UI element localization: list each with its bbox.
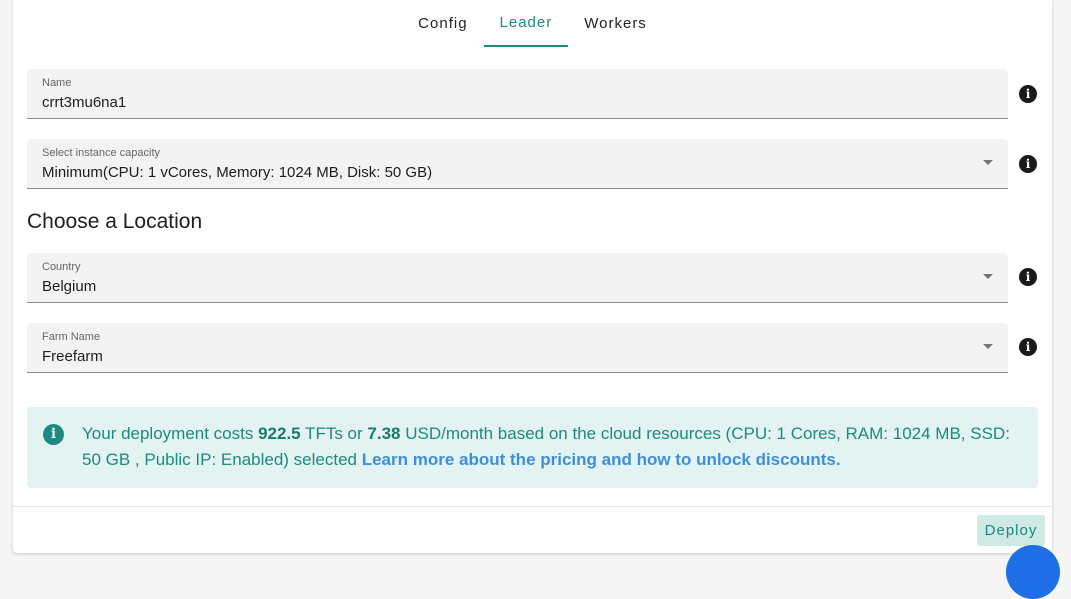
info-icon[interactable]: i [1019,85,1037,103]
capacity-select[interactable]: Select instance capacity Minimum(CPU: 1 … [27,139,1008,189]
alert-middle: TFTs or [300,424,368,443]
info-icon[interactable]: i [1019,338,1037,356]
info-icon: i [43,424,64,445]
farm-select-value: Freefarm [42,348,103,365]
floating-action-button[interactable] [1006,545,1060,599]
caret-down-icon [983,274,993,279]
country-select[interactable]: Country Belgium [27,253,1008,303]
usd-cost: 7.38 [367,424,401,443]
caret-down-icon [983,160,993,165]
info-icon[interactable]: i [1019,268,1037,286]
tab-leader[interactable]: Leader [483,0,569,47]
farm-select[interactable]: Farm Name Freefarm [27,323,1008,373]
tab-workers[interactable]: Workers [568,0,663,47]
deploy-button[interactable]: Deploy [977,515,1045,546]
farm-select-label: Farm Name [42,331,101,343]
cost-alert-text: Your deployment costs 922.5 TFTs or 7.38… [82,421,1022,473]
name-field-label: Name [42,77,72,89]
capacity-select-value: Minimum(CPU: 1 vCores, Memory: 1024 MB, … [42,164,433,181]
alert-prefix: Your deployment costs [82,424,259,443]
pricing-link[interactable]: Learn more about the pricing and how to … [362,450,841,469]
info-icon[interactable]: i [1019,155,1037,173]
country-select-label: Country [42,261,81,273]
location-heading: Choose a Location [27,210,203,233]
tab-bar: Config Leader Workers [13,0,1052,48]
tab-config[interactable]: Config [402,0,483,47]
name-field-value: crrt3mu6na1 [42,94,127,111]
capacity-select-label: Select instance capacity [42,147,161,159]
cost-alert: i Your deployment costs 922.5 TFTs or 7.… [27,407,1038,488]
country-select-value: Belgium [42,278,97,295]
name-field[interactable]: Name crrt3mu6na1 [27,69,1008,119]
caret-down-icon [983,344,993,349]
tft-cost: 922.5 [258,424,301,443]
divider [13,506,1052,507]
deployment-card: Config Leader Workers Name crrt3mu6na1 i… [13,0,1052,553]
